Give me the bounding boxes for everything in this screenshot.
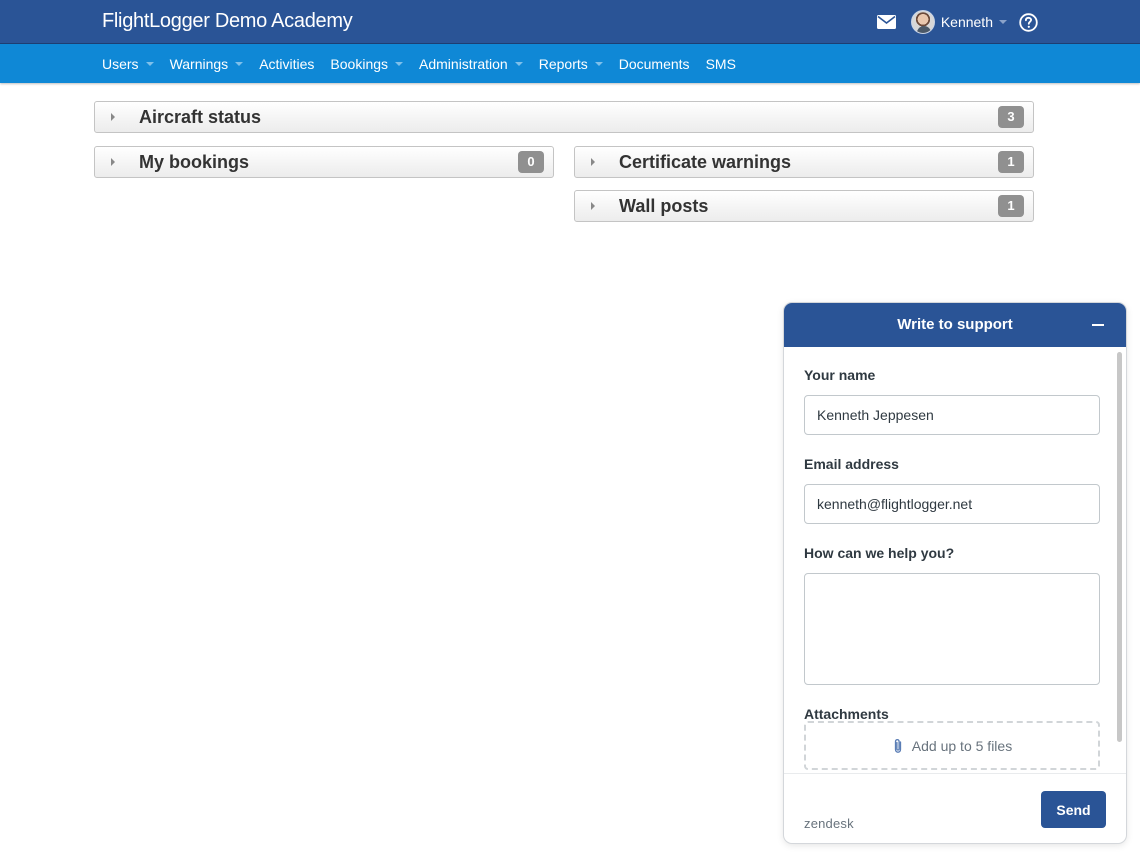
chevron-down-icon — [514, 61, 523, 66]
minimize-icon[interactable] — [1092, 324, 1104, 326]
chevron-down-icon — [594, 61, 603, 66]
brand-title[interactable]: FlightLogger Demo Academy — [102, 10, 353, 33]
nav-item-label: Documents — [618, 55, 690, 72]
caret-right-icon — [591, 158, 595, 166]
nav-item-label: Reports — [538, 55, 588, 72]
chevron-down-icon — [395, 61, 404, 66]
nav-item-bookings[interactable]: Bookings — [330, 55, 404, 72]
panel-title: Certificate warnings — [619, 151, 792, 172]
nav-item-users[interactable]: Users — [102, 56, 154, 72]
panel-title: Aircraft status — [139, 106, 262, 127]
count-badge: 1 — [998, 195, 1024, 217]
count-badge: 1 — [998, 151, 1024, 173]
panel-aircraft-status[interactable]: Aircraft status 3 — [94, 101, 1034, 133]
nav-item-reports[interactable]: Reports — [539, 56, 603, 72]
nav-item-label: Bookings — [330, 55, 389, 72]
nav-item-label: SMS — [705, 55, 736, 72]
user-name: Kenneth — [940, 14, 993, 30]
zendesk-branding[interactable]: zendesk — [804, 816, 854, 831]
name-field[interactable] — [804, 395, 1100, 435]
header-actions: Kenneth — [876, 0, 1038, 44]
name-label: Your name — [804, 367, 876, 383]
message-label: How can we help you? — [804, 545, 955, 561]
support-widget: Write to support Your name Email address… — [784, 303, 1126, 843]
panel-my-bookings[interactable]: My bookings 0 — [94, 146, 554, 178]
question-circle-icon[interactable] — [1019, 12, 1038, 32]
avatar — [910, 10, 935, 34]
caret-right-icon — [591, 202, 595, 210]
panel-certificate-warnings[interactable]: Certificate warnings 1 — [574, 146, 1034, 178]
count-badge: 0 — [518, 151, 544, 173]
envelope-icon[interactable] — [876, 15, 897, 29]
support-widget-footer: zendesk Send — [784, 773, 1126, 843]
chevron-down-icon — [145, 61, 154, 66]
top-header: FlightLogger Demo Academy Kenneth — [0, 0, 1140, 44]
nav-item-label: Administration — [419, 55, 508, 72]
nav-item-warnings[interactable]: Warnings — [170, 56, 244, 72]
caret-right-icon — [111, 158, 115, 166]
scrollbar[interactable] — [1117, 352, 1122, 742]
nav-item-label: Users — [102, 55, 139, 72]
email-field[interactable] — [804, 484, 1100, 524]
attachments-hint: Add up to 5 files — [911, 737, 1013, 754]
nav-items: Users Warnings Activities Bookings Admin… — [102, 44, 752, 83]
message-field[interactable] — [804, 573, 1100, 685]
panel-title: Wall posts — [619, 195, 709, 216]
email-label: Email address — [804, 456, 899, 472]
main-navigation: Users Warnings Activities Bookings Admin… — [0, 44, 1140, 83]
user-menu[interactable]: Kenneth — [910, 10, 1007, 34]
nav-item-documents[interactable]: Documents — [619, 56, 690, 72]
send-button[interactable]: Send — [1041, 791, 1106, 828]
nav-item-label: Activities — [259, 55, 315, 72]
support-widget-title: Write to support — [897, 316, 1013, 333]
attachments-label: Attachments — [804, 706, 889, 722]
attachments-dropzone[interactable]: Add up to 5 files — [804, 721, 1100, 770]
paperclip-icon — [894, 738, 901, 753]
support-widget-header: Write to support — [784, 303, 1126, 347]
panel-title: My bookings — [139, 151, 250, 172]
nav-item-activities[interactable]: Activities — [259, 56, 314, 72]
nav-item-administration[interactable]: Administration — [419, 56, 523, 72]
nav-item-label: Warnings — [169, 55, 229, 72]
nav-item-sms[interactable]: SMS — [706, 56, 736, 72]
panel-wall-posts[interactable]: Wall posts 1 — [574, 190, 1034, 222]
count-badge: 3 — [998, 106, 1024, 128]
chevron-down-icon — [235, 61, 244, 66]
chevron-down-icon — [999, 20, 1007, 24]
caret-right-icon — [111, 113, 115, 121]
support-form: Your name Email address How can we help … — [784, 347, 1126, 773]
